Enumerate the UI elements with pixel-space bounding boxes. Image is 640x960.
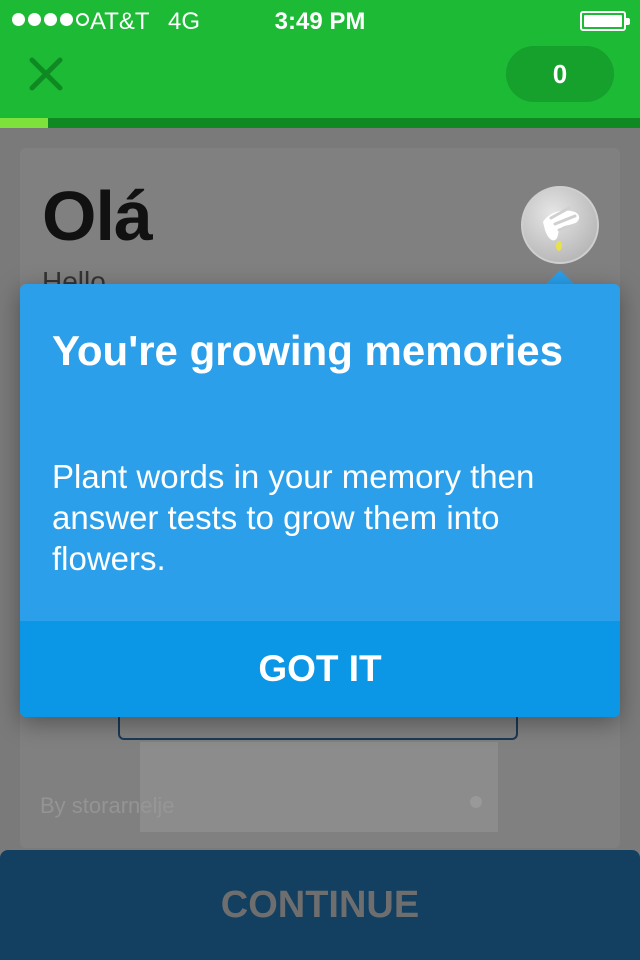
learning-word: Olá (42, 177, 153, 255)
close-x-icon (29, 57, 63, 91)
mem-image (140, 742, 498, 832)
score-value: 0 (552, 58, 568, 89)
lesson-progress-bar (0, 118, 640, 128)
score-badge: 0 (506, 46, 614, 102)
close-button[interactable] (24, 52, 68, 96)
image-indicator-dot (470, 796, 482, 808)
continue-button[interactable]: CONTINUE (0, 850, 640, 960)
status-time: 3:49 PM (274, 8, 366, 35)
status-bar: AT&T 4G 3:49 PM (0, 0, 640, 40)
got-it-button[interactable]: GOT IT (20, 621, 620, 717)
memory-badge-button[interactable] (521, 186, 599, 264)
tutorial-popup: You're growing memories Plant words in y… (20, 284, 620, 717)
lesson-progress-fill (0, 118, 48, 128)
top-bar: AT&T 4G 3:49 PM 0 (0, 0, 640, 120)
popup-body: Plant words in your memory then answer t… (52, 458, 535, 577)
popup-title: You're growing memories (52, 327, 563, 374)
battery-icon (580, 11, 630, 31)
popup-pointer (545, 270, 575, 285)
continue-label: CONTINUE (220, 883, 420, 926)
watering-hand-icon (543, 206, 580, 251)
author-credit: By storarnelje (40, 793, 175, 818)
